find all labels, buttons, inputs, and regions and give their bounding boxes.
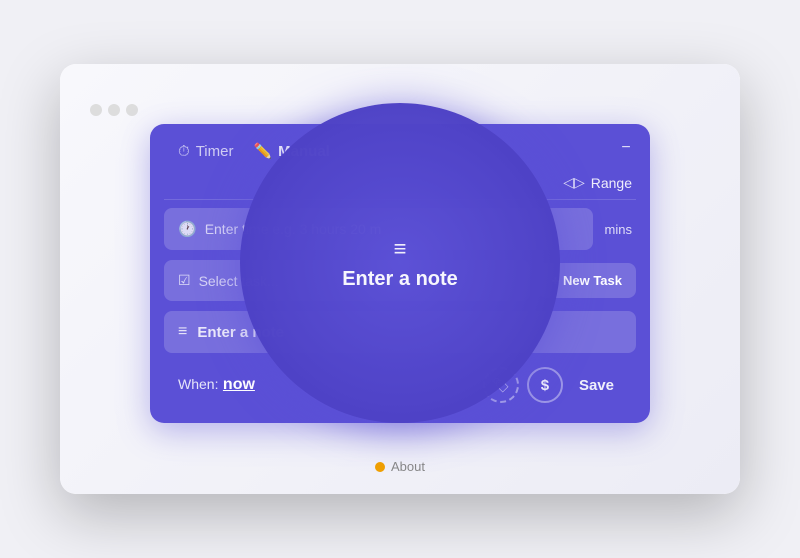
minimize-button[interactable]: − (616, 138, 636, 158)
about-label: About (391, 459, 425, 474)
checkbox-icon: ☑ (178, 272, 191, 289)
when-section: When: now (178, 376, 255, 394)
tab-timer[interactable]: ⏱ Timer (168, 139, 243, 164)
about-dot (375, 462, 385, 472)
screen-container: ⏱ Timer ✏️ Manual − ◁▷ Range 🕐 mins (60, 64, 740, 494)
dollar-icon: $ (541, 377, 549, 394)
mins-label: mins (601, 222, 636, 237)
note-icon: ≡ (178, 323, 187, 341)
bottom-row: When: now 🏷 $ Save (164, 363, 636, 409)
time-entry-panel: ⏱ Timer ✏️ Manual − ◁▷ Range 🕐 mins (150, 124, 650, 423)
timer-tab-icon: ⏱ (178, 143, 190, 160)
when-value[interactable]: now (223, 376, 255, 393)
timer-tab-label: Timer (196, 143, 234, 160)
manual-tab-label: Manual (278, 143, 330, 160)
dot-yellow (108, 104, 120, 116)
panel-header: ⏱ Timer ✏️ Manual − (150, 124, 650, 174)
note-placeholder-text: Enter a note (197, 324, 284, 341)
task-input[interactable] (199, 273, 516, 289)
note-row[interactable]: ≡ Enter a note (164, 311, 636, 353)
manual-tab-icon: ✏️ (253, 142, 272, 160)
range-label: Range (591, 175, 632, 191)
dot-green (126, 104, 138, 116)
task-row: ☑ + New Task (164, 260, 636, 301)
range-row: ◁▷ Range (150, 174, 650, 199)
billable-button[interactable]: $ (527, 367, 563, 403)
new-task-button[interactable]: + New Task (538, 263, 636, 298)
tag-icon: 🏷 (492, 377, 510, 394)
panel-body: 🕐 mins ☑ + New Task ≡ Enter a note (150, 200, 650, 423)
right-actions: 🏷 $ Save (483, 367, 622, 403)
time-input[interactable] (205, 221, 579, 237)
tab-manual[interactable]: ✏️ Manual (243, 138, 339, 164)
clock-icon: 🕐 (178, 220, 197, 238)
window-controls (90, 104, 138, 116)
when-label: When: (178, 376, 218, 392)
about-hint: About (375, 459, 425, 474)
tag-button[interactable]: 🏷 (483, 367, 519, 403)
save-button[interactable]: Save (571, 373, 622, 398)
dot-red (90, 104, 102, 116)
time-row: 🕐 mins (164, 208, 636, 250)
range-icon: ◁▷ (563, 174, 585, 191)
